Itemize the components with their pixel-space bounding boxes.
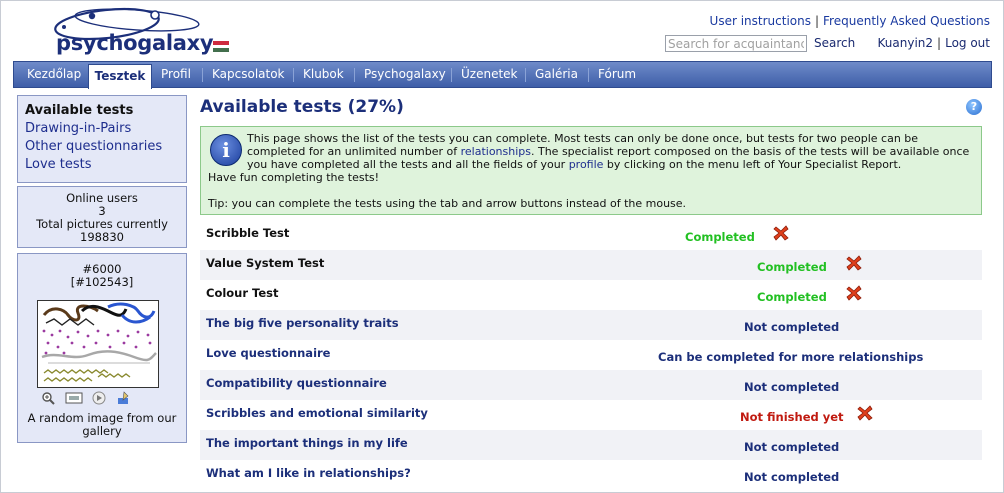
separator: | <box>937 36 942 50</box>
table-row: Scribbles and emotional similarity Not fi… <box>200 400 982 430</box>
table-row: Compatibility questionnaire Not completed <box>200 370 982 400</box>
test-name[interactable]: Value System Test <box>206 256 324 270</box>
tab-psychogalaxy[interactable]: Psychogalaxy <box>364 62 446 87</box>
user-instructions-link[interactable]: User instructions <box>710 14 811 28</box>
table-row: What am I like in relationships? Not comp… <box>200 460 982 490</box>
gallery-scribble-image[interactable] <box>37 300 159 388</box>
nav-divider <box>451 68 452 82</box>
table-row: Scribble Test Completed <box>200 220 982 250</box>
test-name[interactable]: Colour Test <box>206 286 279 300</box>
test-name[interactable]: Scribble Test <box>206 226 289 240</box>
test-status: Completed <box>757 290 827 304</box>
tab-galeria[interactable]: Galéria <box>535 62 578 87</box>
delete-x-icon[interactable] <box>857 405 873 421</box>
gallery-box: #6000 [#102543] A random image from our … <box>17 253 187 443</box>
search-input[interactable] <box>665 35 807 52</box>
tab-tesztek[interactable]: Tesztek <box>88 64 152 89</box>
info-icon: i <box>210 134 242 166</box>
user-area: Kuanyin2 | Log out <box>878 36 990 50</box>
gallery-sub-id: [#102543] <box>70 275 134 289</box>
main-nav: Kezdőlap Tesztek Profil Kapcsolatok Klub… <box>13 61 992 89</box>
tab-kapcsolatok[interactable]: Kapcsolatok <box>212 62 285 87</box>
nav-divider <box>202 68 203 82</box>
hungarian-flag-icon[interactable] <box>213 41 229 52</box>
delete-x-icon[interactable] <box>846 255 862 271</box>
tests-table: Scribble Test Completed Value System Test C… <box>200 220 982 490</box>
next-icon[interactable] <box>92 391 106 405</box>
total-pictures-count: 198830 <box>80 230 124 244</box>
info-tip: Tip: you can complete the tests using th… <box>208 197 687 210</box>
delete-x-icon[interactable] <box>773 225 789 241</box>
help-links: User instructions | Frequently Asked Quest… <box>710 14 990 28</box>
help-icon[interactable]: ? <box>966 99 982 115</box>
test-status[interactable]: Not completed <box>744 320 839 334</box>
tab-profil[interactable]: Profil <box>161 62 191 87</box>
page-title: Available tests (27%) <box>200 97 404 117</box>
info-box: i This page shows the list of the tests … <box>200 126 982 215</box>
table-row: Love questionnaire Can be completed for m… <box>200 340 982 370</box>
info-have-fun: Have fun completing the tests! <box>208 171 380 184</box>
tab-kezdolap[interactable]: Kezdőlap <box>27 62 81 87</box>
gallery-tools <box>41 390 136 406</box>
search-button[interactable]: Search <box>814 36 855 50</box>
zoom-icon[interactable] <box>41 391 55 405</box>
test-name[interactable]: The important things in my life <box>206 436 408 450</box>
test-name[interactable]: Scribbles and emotional similarity <box>206 406 428 420</box>
test-name[interactable]: Compatibility questionnaire <box>206 376 387 390</box>
gallery-caption: A random image from our gallery <box>27 411 177 438</box>
stats-box: Online users 3 Total pictures currently … <box>17 186 187 248</box>
info-text: This page shows the list of the tests yo… <box>247 132 977 171</box>
sidebar-item-drawing-in-pairs[interactable]: Drawing-in-Pairs <box>25 121 131 136</box>
tab-forum[interactable]: Fórum <box>598 62 636 87</box>
test-status[interactable]: Can be completed for more relationships <box>658 350 923 364</box>
username-link[interactable]: Kuanyin2 <box>878 36 934 50</box>
table-row: The important things in my life Not compl… <box>200 430 982 460</box>
test-status[interactable]: Not completed <box>744 440 839 454</box>
sidebar-item-love-tests[interactable]: Love tests <box>25 157 92 172</box>
nav-divider <box>354 68 355 82</box>
test-name[interactable]: The big five personality traits <box>206 316 399 330</box>
separator: | <box>814 14 820 28</box>
faq-link[interactable]: Frequently Asked Questions <box>823 14 990 28</box>
test-status: Completed <box>685 230 755 244</box>
sidebar-title[interactable]: Available tests <box>25 103 133 118</box>
tab-klubok[interactable]: Klubok <box>303 62 344 87</box>
logo-text[interactable]: psychogalaxy <box>56 31 214 55</box>
delete-x-icon[interactable] <box>846 285 862 301</box>
test-status[interactable]: Not completed <box>744 380 839 394</box>
test-status: Completed <box>757 260 827 274</box>
nav-divider <box>525 68 526 82</box>
profile-link[interactable]: profile <box>569 158 604 171</box>
draw-icon[interactable] <box>116 390 130 405</box>
table-row: The big five personality traits Not compl… <box>200 310 982 340</box>
nav-divider <box>293 68 294 82</box>
test-status: Not finished yet <box>740 410 844 424</box>
sidebar-item-other-questionnaries[interactable]: Other questionnaries <box>25 139 162 154</box>
info-text-part: by clicking on the menu left of Your Spe… <box>603 158 902 171</box>
nav-divider <box>588 68 589 82</box>
table-row: Value System Test Completed <box>200 250 982 280</box>
relationships-link[interactable]: relationships <box>461 145 531 158</box>
test-name[interactable]: What am I like in relationships? <box>206 466 411 480</box>
test-status[interactable]: Not completed <box>744 470 839 484</box>
tests-menu-box: Available tests Drawing-in-Pairs Other q… <box>17 95 187 183</box>
test-name[interactable]: Love questionnaire <box>206 346 330 360</box>
tab-uzenetek[interactable]: Üzenetek <box>461 62 518 87</box>
table-row: Colour Test Completed <box>200 280 982 310</box>
logout-link[interactable]: Log out <box>945 36 990 50</box>
slideshow-icon[interactable] <box>65 391 83 405</box>
